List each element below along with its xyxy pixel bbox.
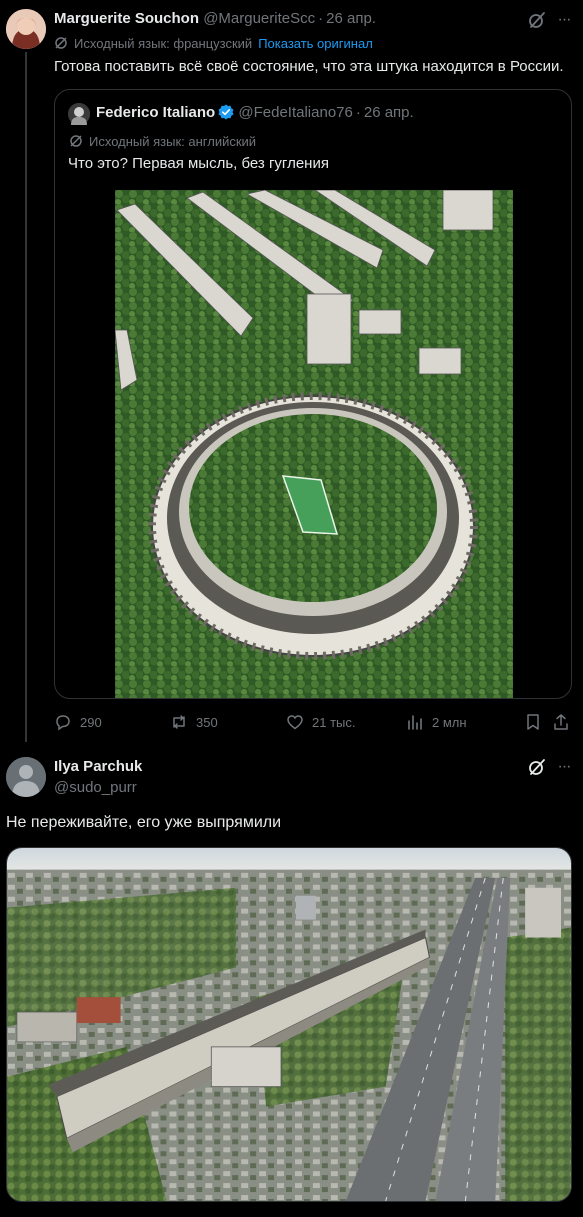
author-name[interactable]: Ilya Parchuk bbox=[54, 758, 142, 775]
quote-tweet[interactable]: Federico Italiano @FedeItaliano76 · 26 апр… bbox=[54, 89, 572, 699]
quote-translation-notice: Исходный язык: английский bbox=[69, 134, 256, 149]
reply-count: 290 bbox=[80, 714, 102, 730]
grok-icon[interactable] bbox=[527, 10, 547, 30]
tweet-text: Не переживайте, его уже выпрямили bbox=[6, 814, 282, 831]
repost-button[interactable]: 350 bbox=[170, 710, 218, 734]
avatar[interactable] bbox=[6, 9, 46, 49]
views-button[interactable]: 2 млн bbox=[406, 710, 467, 734]
tweet-text: Готова поставить всё своё состояние, что… bbox=[54, 58, 564, 75]
views-count: 2 млн bbox=[432, 714, 467, 730]
like-count: 21 тыс. bbox=[312, 714, 356, 730]
tweet-actions: 290 350 21 тыс. 2 млн bbox=[54, 710, 574, 734]
quote-text: Что это? Первая мысль, без гугления bbox=[68, 155, 329, 172]
more-icon[interactable]: ··· bbox=[554, 757, 574, 777]
tweet-ilya[interactable]: Ilya Parchuk @sudo_purr ··· Не переживай… bbox=[0, 745, 583, 1217]
translate-icon bbox=[70, 135, 82, 147]
separator: · bbox=[318, 10, 324, 27]
show-original-link[interactable]: Показать оригинал bbox=[258, 36, 373, 51]
share-icon[interactable] bbox=[552, 713, 570, 731]
quote-translate-label: Исходный язык: английский bbox=[89, 134, 257, 149]
quote-author-handle[interactable]: @FedeItaliano76 bbox=[238, 104, 352, 121]
quote-author-name[interactable]: Federico Italiano bbox=[96, 104, 215, 121]
author-name[interactable]: Marguerite Souchon bbox=[54, 10, 199, 27]
tweet-header: Ilya Parchuk bbox=[54, 758, 142, 775]
translate-icon bbox=[55, 37, 67, 49]
quote-date[interactable]: 26 апр. bbox=[364, 104, 414, 121]
like-icon bbox=[287, 715, 303, 730]
verified-badge-icon bbox=[218, 104, 234, 120]
separator: · bbox=[355, 104, 361, 121]
reply-button[interactable]: 290 bbox=[54, 710, 102, 734]
avatar[interactable] bbox=[6, 757, 46, 797]
tweet-date[interactable]: 26 апр. bbox=[326, 10, 376, 27]
bookmark-icon[interactable] bbox=[524, 713, 542, 731]
translation-notice: Исходный язык: французский Показать ориги… bbox=[54, 36, 373, 51]
author-handle[interactable]: @MargueriteScc bbox=[203, 10, 315, 27]
grok-icon[interactable] bbox=[527, 757, 547, 777]
repost-count: 350 bbox=[196, 714, 218, 730]
repost-icon bbox=[173, 715, 185, 729]
tweet-photo[interactable] bbox=[6, 847, 572, 1202]
quote-header: Federico Italiano @FedeItaliano76 · 26 апр… bbox=[96, 104, 414, 121]
thread-line bbox=[25, 52, 27, 742]
translate-label: Исходный язык: французский bbox=[74, 36, 253, 51]
quote-photo[interactable] bbox=[115, 190, 513, 699]
author-handle[interactable]: @sudo_purr bbox=[54, 779, 137, 796]
reply-icon bbox=[56, 715, 70, 731]
like-button[interactable]: 21 тыс. bbox=[286, 710, 355, 734]
more-icon[interactable]: ··· bbox=[554, 10, 574, 30]
quote-avatar[interactable] bbox=[68, 103, 90, 125]
tweet-header: Marguerite Souchon @MargueriteScc · 26 апр… bbox=[54, 10, 376, 27]
tweet-marguerite[interactable]: Marguerite Souchon @MargueriteScc · 26 апр… bbox=[0, 0, 583, 745]
views-icon bbox=[408, 715, 422, 730]
